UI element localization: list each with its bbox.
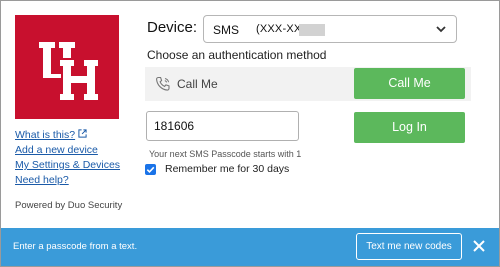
help-links: What is this? Add a new device My Settin… xyxy=(15,128,120,188)
status-banner: Enter a passcode from a text. Text me ne… xyxy=(1,228,499,266)
settings-devices-link[interactable]: My Settings & Devices xyxy=(15,158,120,173)
remember-checkbox[interactable] xyxy=(145,163,156,175)
check-icon xyxy=(146,166,155,173)
uh-logo xyxy=(15,15,119,119)
auth-method-heading: Choose an authentication method xyxy=(147,48,327,62)
passcode-hint: Your next SMS Passcode starts with 1 xyxy=(149,149,302,159)
text-new-codes-button[interactable]: Text me new codes xyxy=(356,233,462,260)
remember-label: Remember me for 30 days xyxy=(165,163,290,175)
call-me-label: Call Me xyxy=(177,77,218,91)
banner-message: Enter a passcode from a text. xyxy=(13,241,138,252)
passcode-input[interactable] xyxy=(146,111,299,141)
remember-me: Remember me for 30 days xyxy=(145,163,289,175)
powered-by: Powered by Duo Security xyxy=(15,200,123,211)
duo-auth-frame: What is this? Add a new device My Settin… xyxy=(0,0,500,267)
external-link-icon xyxy=(78,128,87,143)
need-help-link[interactable]: Need help? xyxy=(15,173,120,188)
redacted-number xyxy=(299,24,325,36)
log-in-button[interactable]: Log In xyxy=(354,112,465,143)
add-device-link[interactable]: Add a new device xyxy=(15,143,120,158)
device-type: SMS xyxy=(213,23,240,37)
chevron-down-icon xyxy=(434,22,448,39)
device-label: Device: xyxy=(147,19,198,36)
device-select[interactable]: SMS (XXX-XXX- xyxy=(203,15,457,43)
close-icon[interactable] xyxy=(472,239,486,258)
what-is-this-link[interactable]: What is this? xyxy=(15,128,120,143)
call-me-button[interactable]: Call Me xyxy=(354,68,465,99)
phone-icon xyxy=(155,76,171,97)
